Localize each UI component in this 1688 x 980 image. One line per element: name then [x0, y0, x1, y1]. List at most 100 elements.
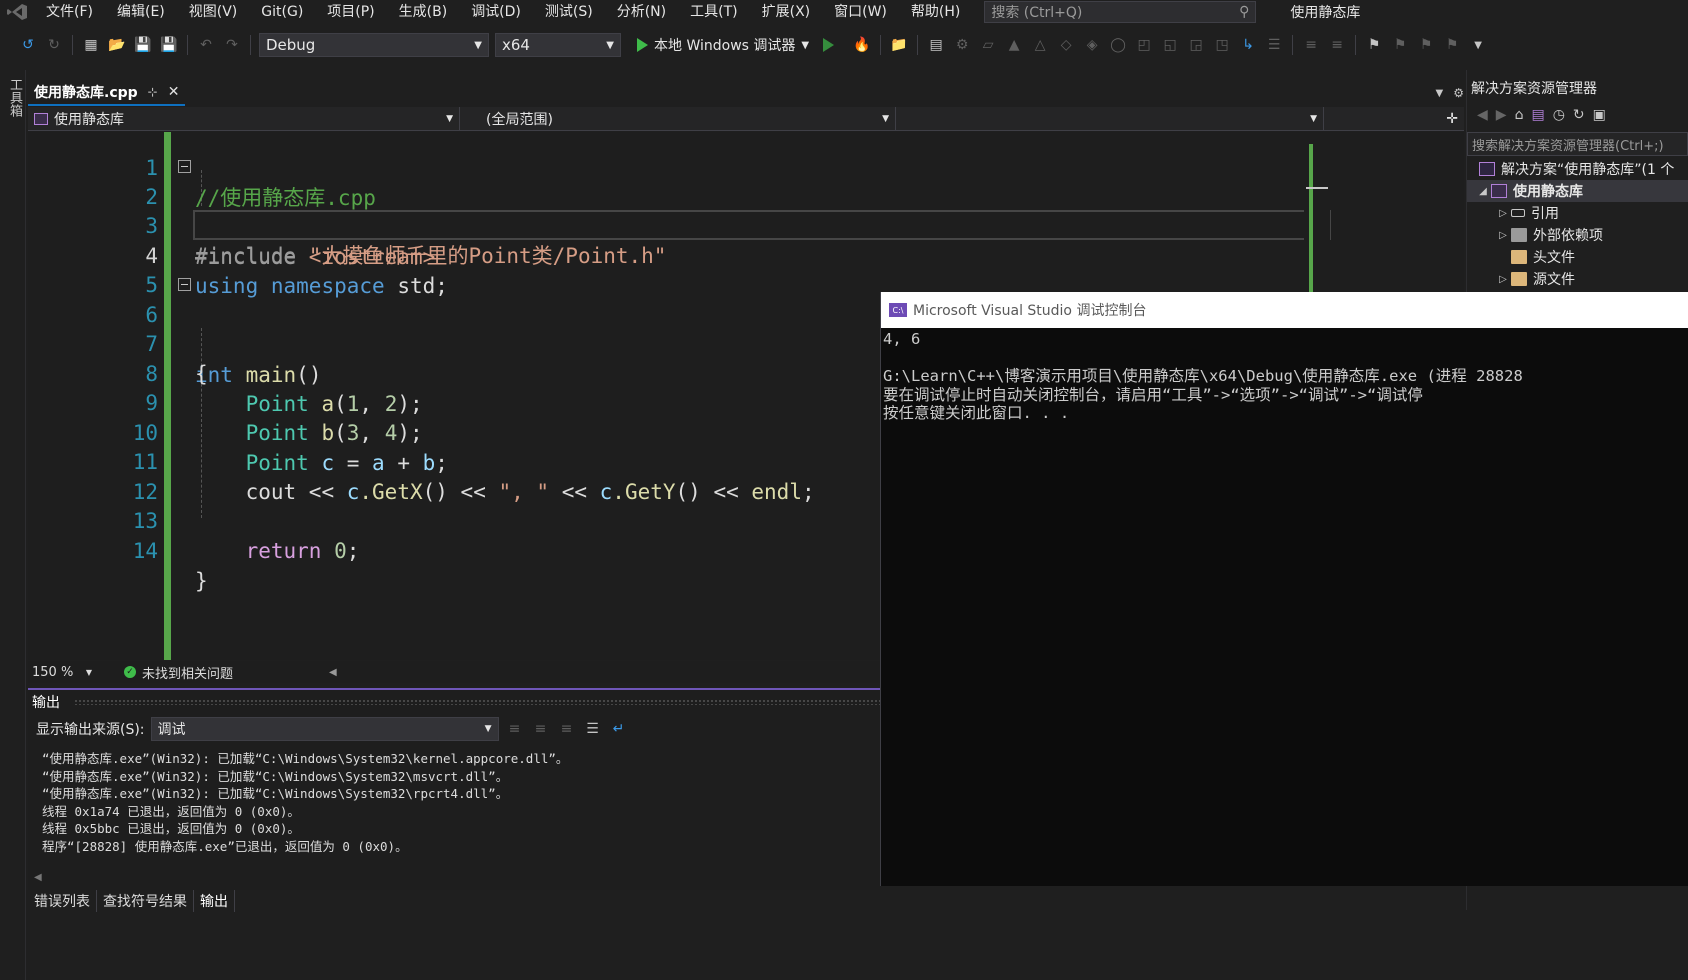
tab-output[interactable]: 输出	[194, 890, 235, 912]
collapse-icon[interactable]	[178, 160, 191, 173]
bookmark-icon[interactable]: ⚑	[1364, 35, 1384, 55]
member-dropdown[interactable]: ▼	[896, 107, 1324, 130]
save-all-icon[interactable]: 💾	[159, 35, 179, 55]
debug-tool-icon[interactable]: ◳	[1212, 35, 1232, 55]
global-search-box[interactable]: 搜索 (Ctrl+Q) ⚲	[984, 1, 1257, 23]
project-dropdown[interactable]: 使用静态库 ▼	[28, 107, 460, 130]
output-horizontal-scrollbar[interactable]: ◀	[28, 872, 880, 888]
menu-help[interactable]: 帮助(H)	[899, 1, 972, 23]
new-project-icon[interactable]: ▦	[81, 35, 101, 55]
menu-extensions[interactable]: 扩展(X)	[750, 1, 823, 23]
navigate-forward-icon[interactable]: ↻	[44, 35, 64, 55]
previous-message-icon[interactable]: ≡	[531, 719, 551, 739]
configuration-select[interactable]: Debug ▼	[259, 33, 489, 57]
menu-build[interactable]: 生成(B)	[387, 1, 460, 23]
collapsed-arrow-icon[interactable]: ▷	[1495, 230, 1511, 241]
scope-dropdown[interactable]: (全局范围) ▼	[460, 107, 896, 130]
tab-list-dropdown-icon[interactable]: ▼	[1436, 88, 1444, 99]
debug-tool-icon[interactable]: ▲	[1004, 35, 1024, 55]
clear-bookmarks-icon[interactable]: ⚑	[1442, 35, 1462, 55]
split-editor-button[interactable]: ✛	[1324, 107, 1464, 130]
tree-node-references[interactable]: ▷ 引用	[1467, 202, 1688, 224]
menu-analyze[interactable]: 分析(N)	[605, 1, 678, 23]
collapsed-arrow-icon[interactable]: ▷	[1495, 274, 1511, 285]
scroll-left-icon[interactable]: ◀	[329, 667, 337, 678]
next-bookmark-icon[interactable]: ⚑	[1416, 35, 1436, 55]
expanded-arrow-icon[interactable]: ◢	[1475, 186, 1491, 197]
tab-error-list[interactable]: 错误列表	[28, 890, 97, 912]
debug-tool-icon[interactable]: ◱	[1160, 35, 1180, 55]
hot-reload-icon[interactable]: 🔥	[852, 35, 872, 55]
undo-icon[interactable]: ↶	[196, 35, 216, 55]
folder-view-icon[interactable]: 📁	[889, 35, 909, 55]
navigate-back-icon[interactable]: ↺	[18, 35, 38, 55]
collapse-icon[interactable]	[178, 278, 191, 291]
redo-icon[interactable]: ↷	[222, 35, 242, 55]
output-source-select[interactable]: 调试 ▼	[150, 717, 499, 741]
pending-changes-icon[interactable]: ◷	[1553, 107, 1565, 123]
switch-views-icon[interactable]: ▤	[1531, 107, 1544, 123]
next-message-icon[interactable]: ≡	[557, 719, 577, 739]
tree-node-label: 头文件	[1533, 250, 1575, 266]
debug-tool-icon[interactable]: △	[1030, 35, 1050, 55]
debug-tool-icon[interactable]: ⚙	[952, 35, 972, 55]
solution-search-input[interactable]: 搜索解决方案资源管理器(Ctrl+;)	[1467, 132, 1688, 156]
menu-project[interactable]: 项目(P)	[315, 1, 386, 23]
document-tab[interactable]: 使用静态库.cpp ⊹ ✕	[28, 80, 186, 106]
start-debugging-button[interactable]: 本地 Windows 调试器 ▼	[637, 35, 809, 55]
debug-tool-icon[interactable]: ◈	[1082, 35, 1102, 55]
menu-tools[interactable]: 工具(T)	[678, 1, 749, 23]
menu-test[interactable]: 测试(S)	[533, 1, 605, 23]
start-without-debugging-icon[interactable]	[823, 38, 835, 52]
issues-status[interactable]: 未找到相关问题	[142, 663, 233, 682]
pin-icon[interactable]: ⊹	[148, 85, 158, 99]
console-title-bar[interactable]: C:\ Microsoft Visual Studio 调试控制台	[881, 292, 1688, 328]
debug-tool-icon[interactable]: ☰	[1264, 35, 1284, 55]
comment-out-icon[interactable]: ≡	[1301, 35, 1321, 55]
zoom-dropdown[interactable]: 150 % ▼	[28, 662, 96, 682]
sync-icon[interactable]: ↻	[1573, 107, 1585, 123]
close-icon[interactable]: ✕	[168, 84, 180, 100]
menu-window[interactable]: 窗口(W)	[822, 1, 899, 23]
menu-file[interactable]: 文件(F)	[34, 1, 105, 23]
tree-node-external-dependencies[interactable]: ▷ 外部依赖项	[1467, 224, 1688, 246]
menu-debug[interactable]: 调试(D)	[459, 1, 533, 23]
platform-select[interactable]: x64 ▼	[495, 33, 621, 57]
console-line: 要在调试停止时自动关闭控制台，请启用“工具”->“选项”->“调试”->“调试停	[883, 385, 1423, 404]
line-number: 14	[132, 539, 158, 563]
find-message-icon[interactable]: ≡	[505, 719, 525, 739]
collapse-all-icon[interactable]: ▣	[1593, 107, 1606, 123]
uncomment-icon[interactable]: ≡	[1327, 35, 1347, 55]
debug-tool-icon[interactable]: ◰	[1134, 35, 1154, 55]
word-wrap-icon[interactable]: ↵	[609, 719, 629, 739]
tree-node-source-files[interactable]: ▷ 源文件	[1467, 268, 1688, 290]
step-icon[interactable]: ↳	[1238, 35, 1258, 55]
menu-git[interactable]: Git(G)	[249, 1, 315, 23]
save-icon[interactable]: 💾	[133, 35, 153, 55]
tree-node-project[interactable]: ◢ 使用静态库	[1467, 180, 1688, 202]
back-icon[interactable]: ◀	[1477, 107, 1488, 123]
debug-tool-icon[interactable]: ▱	[978, 35, 998, 55]
settings-gear-icon[interactable]: ⚙	[1453, 86, 1464, 100]
clear-all-icon[interactable]: ☰	[583, 719, 603, 739]
debug-tool-icon[interactable]: ◲	[1186, 35, 1206, 55]
menu-view[interactable]: 视图(V)	[177, 1, 250, 23]
project-icon	[1491, 184, 1507, 198]
layout-icon[interactable]: ▤	[926, 35, 946, 55]
panel-grip[interactable]	[74, 699, 880, 705]
home-icon[interactable]: ⌂	[1515, 107, 1524, 123]
debug-tool-icon[interactable]: ◇	[1056, 35, 1076, 55]
forward-icon[interactable]: ▶	[1496, 107, 1507, 123]
toolbox-tab[interactable]: 工具箱	[5, 78, 24, 117]
menu-edit[interactable]: 编辑(E)	[105, 1, 177, 23]
open-folder-icon[interactable]: 📂	[107, 35, 127, 55]
tree-node-header-files[interactable]: 头文件	[1467, 246, 1688, 268]
debug-tool-icon[interactable]: ◯	[1108, 35, 1128, 55]
previous-bookmark-icon[interactable]: ⚑	[1390, 35, 1410, 55]
toolbar-options-icon[interactable]: ▼	[1468, 35, 1488, 55]
tab-find-symbol-results[interactable]: 查找符号结果	[97, 890, 194, 912]
tree-node-solution[interactable]: 解决方案“使用静态库”(1 个	[1467, 158, 1688, 180]
collapsed-arrow-icon[interactable]: ▷	[1495, 208, 1511, 219]
scroll-thumb[interactable]	[1306, 187, 1328, 189]
debug-console-window[interactable]: C:\ Microsoft Visual Studio 调试控制台 4, 6 G…	[880, 292, 1688, 886]
